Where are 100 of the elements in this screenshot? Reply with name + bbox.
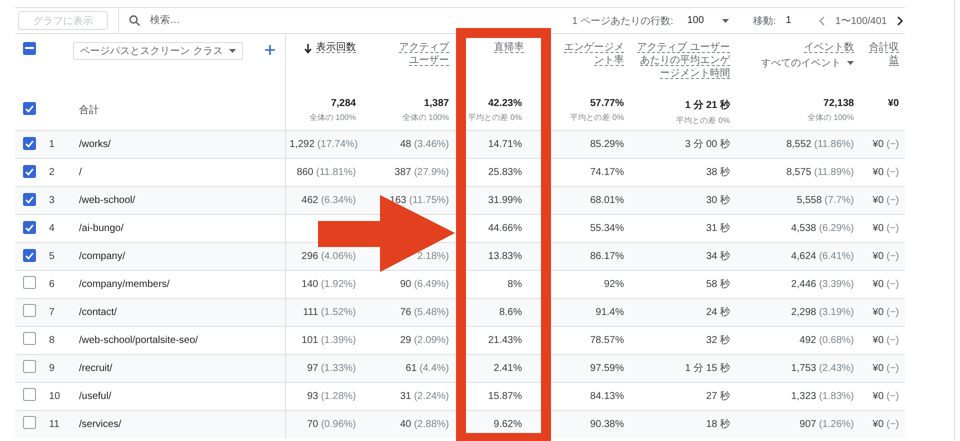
total-value: 72,138 [822, 98, 854, 109]
metric-cell: 29 (2.09%) [400, 334, 449, 346]
metric-cell: 40 (2.88%) [400, 418, 449, 430]
metric-cell: 68.01% [590, 194, 624, 206]
event-filter-dropdown[interactable]: すべてのイベント [761, 56, 854, 70]
metric-cell: 492 (0.68%) [800, 334, 854, 346]
page-path[interactable]: /company/ [79, 250, 126, 262]
checkbox[interactable] [23, 416, 36, 430]
metric-cell: 8,552 (11.86%) [786, 138, 854, 150]
row-number: 11 [49, 418, 60, 430]
page-path[interactable]: / [79, 166, 82, 178]
metric-cell: 48 (3.46%) [400, 138, 449, 150]
page-range: 1〜100/401 [835, 14, 887, 28]
total-label: 合計 [79, 105, 99, 116]
metric-cell: 32 秒 [706, 335, 730, 346]
metric-cell: 97 (1.33%) [307, 362, 356, 374]
row-number: 1 [49, 138, 55, 150]
rows-per-page-value[interactable]: 100 [687, 15, 704, 26]
metric-cell: 85.29% [590, 138, 624, 150]
page-path[interactable]: /contact/ [79, 306, 117, 318]
metric-cell: 97.59% [590, 362, 624, 374]
metric-cell: ¥0 (−) [872, 334, 899, 346]
metric-cell: 93 (1.28%) [307, 390, 356, 402]
metric-cell: 140 (1.92%) [302, 278, 356, 290]
metric-cell: 27 秒 [706, 391, 730, 402]
checkbox[interactable] [23, 249, 36, 262]
metric-cell: 9.62% [494, 418, 522, 430]
metric-cell: ¥0 (−) [872, 278, 899, 290]
metric-cell: ¥0 (−) [872, 194, 899, 206]
column-header[interactable]: 直帰率 [494, 41, 524, 54]
next-page-icon[interactable] [897, 16, 903, 26]
checkbox[interactable] [23, 221, 36, 234]
check-icon [25, 196, 34, 204]
column-header[interactable]: 表示回数 [316, 41, 356, 54]
metric-cell: ¥0 (−) [872, 166, 899, 178]
column-header[interactable]: 合計収益 [864, 41, 899, 67]
goto-label: 移動: [752, 14, 776, 28]
metric-cell: 462 (6.34%) [302, 194, 356, 206]
metric-cell: 1,323 (1.83%) [791, 390, 854, 402]
goto-page-field[interactable]: 1 [786, 15, 792, 26]
select-all-checkbox[interactable] [23, 42, 36, 54]
metric-cell: 44.66% [488, 222, 522, 234]
minus-icon [25, 47, 34, 49]
page-path[interactable]: /works/ [79, 138, 111, 150]
metric-cell: 92% [604, 278, 624, 290]
column-header[interactable]: エンゲージメント率 [562, 41, 624, 67]
column-header[interactable]: イベント数 [804, 41, 854, 54]
metric-cell: 2,298 (3.19%) [791, 306, 854, 318]
previous-page-icon[interactable] [819, 16, 826, 26]
total-value: 7,284 [330, 98, 356, 109]
metric-cell: 5,558 (7.7%) [796, 194, 854, 206]
checkbox[interactable] [23, 304, 36, 317]
total-share: 全体の 100% [806, 112, 854, 123]
metric-cell: 2.18%) [417, 250, 449, 262]
page-path[interactable]: /web-school/ [79, 194, 136, 206]
checkbox[interactable] [23, 137, 36, 150]
row-number: 3 [49, 194, 55, 206]
metric-cell: 15.87% [488, 390, 522, 402]
page-path[interactable]: /useful/ [79, 390, 112, 402]
metric-cell: ¥0 (−) [872, 222, 899, 234]
metric-cell: ¥0 (−) [872, 418, 899, 430]
row-number: 10 [49, 390, 60, 402]
checkbox[interactable] [23, 360, 36, 373]
caret-icon [722, 19, 729, 23]
metric-cell: 1,292 (17.74%) [290, 138, 358, 150]
metric-cell: 31 (2.24%) [400, 390, 449, 402]
checkbox[interactable] [23, 102, 36, 115]
page-path[interactable]: /ai-bungo/ [79, 222, 124, 234]
metric-cell: 38 秒 [706, 167, 730, 178]
page-path[interactable]: /services/ [79, 418, 122, 430]
metric-cell: 31.99% [488, 194, 522, 206]
row-number: 2 [49, 166, 55, 178]
metric-cell: 24 秒 [706, 307, 730, 318]
checkbox[interactable] [23, 165, 36, 178]
metric-cell: 31 秒 [706, 223, 730, 234]
metric-cell: 61 (4.4%) [406, 362, 449, 374]
total-value: 1,387 [422, 98, 449, 109]
metric-cell: 30 秒 [706, 195, 730, 206]
metric-cell: ¥0 (−) [872, 362, 899, 374]
checkbox[interactable] [23, 193, 36, 206]
metric-cell: 4,624 (6.41%) [791, 250, 854, 262]
row-number: 4 [49, 222, 55, 234]
check-icon [25, 140, 34, 148]
page-path[interactable]: /company/members/ [79, 278, 170, 290]
checkbox[interactable] [23, 388, 36, 401]
row-number: 8 [49, 334, 55, 346]
rows-per-page-label: 1 ページあたりの行数: [572, 14, 674, 28]
page-path[interactable]: /web-school/portalsite-seo/ [79, 334, 198, 346]
metric-cell: 84.13% [590, 390, 624, 402]
dimension-dropdown[interactable]: ページパスとスクリーン クラス [73, 42, 243, 60]
total-value: 1 分 21 秒 [684, 98, 730, 112]
column-header[interactable]: アクティブ ユーザーあたりの平均エンゲージメント時間 [634, 41, 730, 80]
metric-cell: 13.83% [488, 250, 522, 262]
total-value: 57.77% [589, 98, 624, 109]
page-path[interactable]: /recruit/ [79, 362, 112, 374]
checkbox[interactable] [23, 276, 36, 289]
checkbox[interactable] [23, 332, 36, 345]
column-header[interactable]: アクティブユーザー [399, 41, 449, 67]
check-icon [25, 168, 34, 176]
row-number: 7 [49, 306, 55, 318]
